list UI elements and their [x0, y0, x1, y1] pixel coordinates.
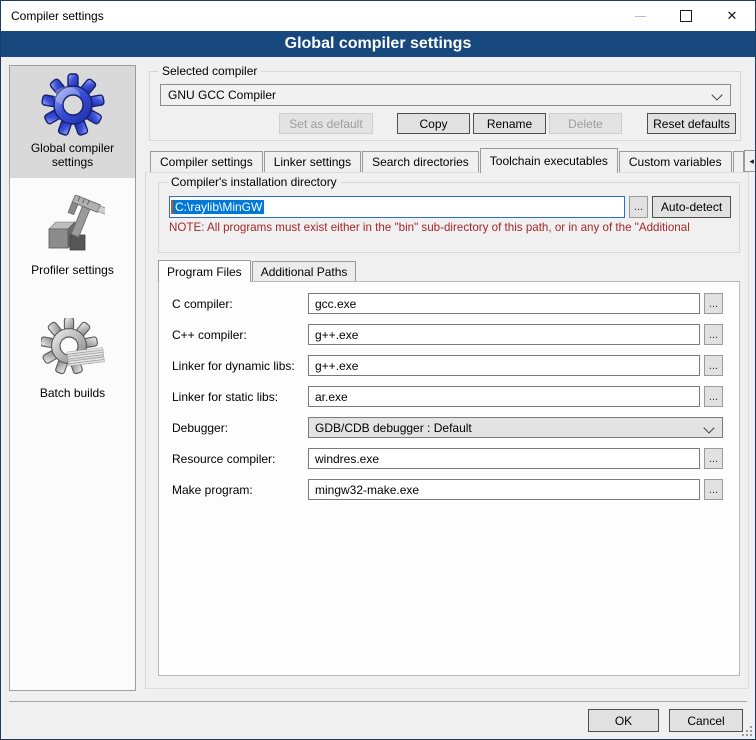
sidebar-item-label: Global compiler settings — [12, 141, 133, 170]
resource-compiler-browse-button[interactable]: ... — [704, 448, 723, 469]
dialog-header-title: Global compiler settings — [285, 35, 472, 53]
installation-directory-input[interactable]: C:\raylib\MinGW — [169, 196, 625, 218]
c-compiler-browse-button[interactable]: ... — [704, 293, 723, 314]
close-icon: ✕ — [727, 8, 738, 24]
subtab-additional-paths[interactable]: Additional Paths — [252, 261, 357, 281]
chevron-down-icon — [703, 422, 714, 433]
cancel-button[interactable]: Cancel — [669, 709, 743, 732]
debugger-select-value: GDB/CDB debugger : Default — [315, 421, 472, 435]
maximize-icon — [680, 10, 692, 22]
settings-category-list: Global compiler settings Profiler sett — [9, 65, 136, 691]
field-label: Make program: — [172, 483, 308, 497]
field-row-linker-dynamic: Linker for dynamic libs: g++.exe ... — [172, 355, 723, 376]
field-row-cpp-compiler: C++ compiler: g++.exe ... — [172, 324, 723, 345]
settings-tab-bar: Compiler settings Linker settings Search… — [150, 148, 752, 173]
rename-button[interactable]: Rename — [473, 113, 546, 134]
ok-button[interactable]: OK — [588, 709, 659, 732]
footer-separator — [9, 701, 747, 702]
tab-custom-variables[interactable]: Custom variables — [619, 151, 732, 172]
tab-search-directories[interactable]: Search directories — [362, 151, 479, 172]
field-row-c-compiler: C compiler: gcc.exe ... — [172, 293, 723, 314]
tab-toolchain-executables[interactable]: Toolchain executables — [480, 148, 618, 173]
minimize-button[interactable] — [617, 1, 663, 31]
copy-button[interactable]: Copy — [397, 113, 470, 134]
cpp-compiler-browse-button[interactable]: ... — [704, 324, 723, 345]
installation-directory-group-label: Compiler's installation directory — [167, 175, 341, 189]
linker-dynamic-browse-button[interactable]: ... — [704, 355, 723, 376]
delete-button[interactable]: Delete — [549, 113, 622, 134]
cpp-compiler-input[interactable]: g++.exe — [308, 324, 700, 345]
sidebar-item-label: Profiler settings — [12, 263, 133, 277]
compiler-settings-dialog: Compiler settings ✕ Global compiler sett… — [0, 0, 756, 740]
tab-scroll-left-button[interactable]: ◂ — [744, 150, 756, 172]
field-label: Debugger: — [172, 421, 308, 435]
field-row-make-program: Make program: mingw32-make.exe ... — [172, 479, 723, 500]
make-program-input[interactable]: mingw32-make.exe — [308, 479, 700, 500]
selected-compiler-group: Selected compiler GNU GCC Compiler Set a… — [149, 71, 741, 141]
field-label: Linker for dynamic libs: — [172, 359, 308, 373]
c-compiler-input[interactable]: gcc.exe — [308, 293, 700, 314]
compiler-select[interactable]: GNU GCC Compiler — [160, 84, 731, 106]
sidebar-item-batch-builds[interactable]: Batch builds — [10, 311, 135, 408]
field-label: C compiler: — [172, 297, 308, 311]
maximize-button[interactable] — [663, 1, 709, 31]
field-row-linker-static: Linker for static libs: ar.exe ... — [172, 386, 723, 407]
linker-static-input[interactable]: ar.exe — [308, 386, 700, 407]
window-controls: ✕ — [617, 1, 755, 31]
field-row-resource-compiler: Resource compiler: windres.exe ... — [172, 448, 723, 469]
linker-dynamic-input[interactable]: g++.exe — [308, 355, 700, 376]
installation-directory-browse-button[interactable]: ... — [629, 196, 648, 218]
subtab-program-files[interactable]: Program Files — [158, 260, 251, 282]
field-label: C++ compiler: — [172, 328, 308, 342]
resource-compiler-input[interactable]: windres.exe — [308, 448, 700, 469]
installation-directory-group: Compiler's installation directory C:\ray… — [158, 182, 740, 253]
scroll-left-icon: ◂ — [749, 156, 754, 167]
caliper-profiler-icon — [41, 195, 105, 259]
window-title: Compiler settings — [1, 9, 104, 23]
field-row-debugger: Debugger: GDB/CDB debugger : Default — [172, 417, 723, 438]
program-files-notebook: Program Files Additional Paths C compile… — [158, 260, 740, 676]
chevron-down-icon — [711, 89, 722, 100]
resize-grip[interactable] — [742, 726, 753, 737]
sidebar-item-label: Batch builds — [12, 386, 133, 400]
sidebar-item-profiler-settings[interactable]: Profiler settings — [10, 188, 135, 285]
bin-subdirectory-note: NOTE: All programs must exist either in … — [169, 221, 729, 234]
selected-compiler-group-label: Selected compiler — [158, 64, 261, 78]
installation-directory-value: C:\raylib\MinGW — [173, 200, 264, 214]
dialog-header: Global compiler settings — [1, 31, 755, 57]
installation-directory-row: C:\raylib\MinGW ... Auto-detect — [169, 196, 731, 218]
compiler-buttons-row: Set as default Copy Rename Delete Reset … — [150, 113, 740, 134]
minimize-icon — [635, 16, 646, 17]
auto-detect-button[interactable]: Auto-detect — [652, 196, 731, 218]
compiler-select-value: GNU GCC Compiler — [168, 88, 276, 102]
program-files-panel: C compiler: gcc.exe ... C++ compiler: g+… — [158, 281, 740, 676]
sidebar-item-global-compiler-settings[interactable]: Global compiler settings — [10, 66, 135, 178]
program-files-tab-bar: Program Files Additional Paths — [158, 260, 740, 282]
toolchain-executables-page: Compiler's installation directory C:\ray… — [145, 172, 749, 689]
make-program-browse-button[interactable]: ... — [704, 479, 723, 500]
tab-scroll-buttons: ◂ ▸ — [744, 150, 756, 173]
title-bar: Compiler settings ✕ — [1, 1, 755, 31]
set-as-default-button[interactable]: Set as default — [279, 113, 373, 134]
tab-build-options[interactable]: Build options — [733, 151, 744, 172]
debugger-select[interactable]: GDB/CDB debugger : Default — [308, 417, 723, 438]
tab-compiler-settings[interactable]: Compiler settings — [150, 151, 263, 172]
close-button[interactable]: ✕ — [709, 1, 755, 31]
tab-linker-settings[interactable]: Linker settings — [264, 151, 361, 172]
field-label: Linker for static libs: — [172, 390, 308, 404]
gear-paper-stack-icon — [41, 318, 105, 382]
linker-static-browse-button[interactable]: ... — [704, 386, 723, 407]
reset-defaults-button[interactable]: Reset defaults — [647, 113, 736, 134]
blue-gear-icon — [41, 73, 105, 137]
field-label: Resource compiler: — [172, 452, 308, 466]
